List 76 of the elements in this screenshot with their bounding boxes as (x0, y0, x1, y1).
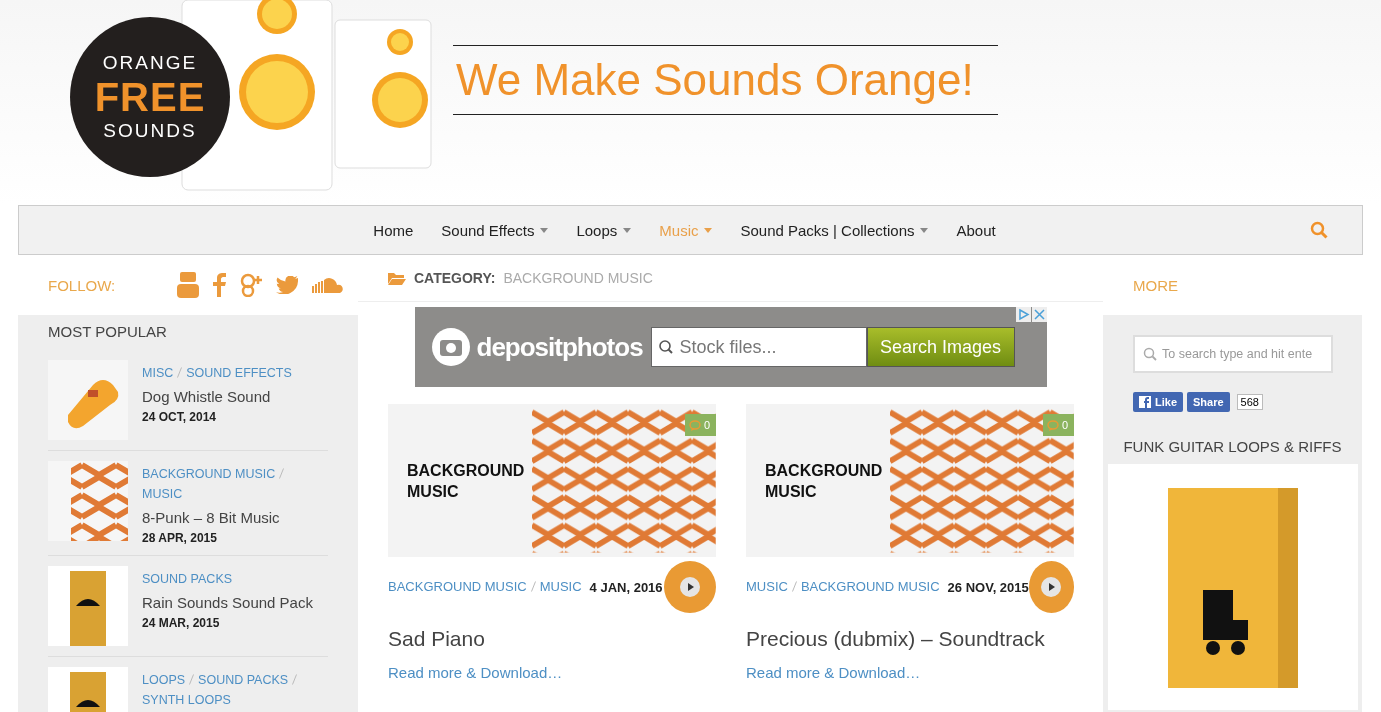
post-date: 28 APR, 2015 (142, 531, 218, 545)
post-date: 26 NOV, 2015 (947, 579, 1029, 595)
nav-link[interactable]: Sound Effects (441, 221, 549, 239)
section-heading: MOST POPULAR (48, 323, 168, 340)
slash-separator (279, 468, 285, 479)
post-image[interactable]: BACKGROUND MUSIC 0 (388, 404, 716, 557)
category-link[interactable]: MISC (142, 366, 174, 380)
category-link[interactable]: SOUND EFFECTS (186, 366, 292, 380)
image-caption: BACKGROUND MUSIC (407, 460, 526, 502)
product-box-image[interactable] (1108, 464, 1358, 710)
category-link[interactable]: MUSIC (746, 579, 788, 594)
speech-bubble-icon (1046, 419, 1059, 431)
twitter-icon[interactable] (276, 276, 299, 294)
search-images-button[interactable]: Search Images (866, 327, 1015, 367)
post-date: 24 MAR, 2015 (142, 616, 221, 630)
category-link[interactable]: SYNTH LOOPS (142, 693, 231, 707)
slash-separator (292, 674, 298, 685)
google-plus-icon[interactable] (240, 273, 263, 297)
category-link[interactable]: MUSIC (142, 487, 183, 501)
category-name: BACKGROUND MUSIC (503, 270, 653, 286)
nav-link[interactable]: Loops (576, 221, 632, 239)
more-label: MORE (1133, 276, 1178, 294)
facebook-icon (1139, 396, 1151, 408)
slash-separator (791, 581, 797, 592)
slash-separator (177, 367, 183, 378)
nav-link[interactable]: About (956, 221, 996, 239)
logo[interactable]: ORANGE FREE SOUNDS (70, 17, 230, 177)
category-link[interactable]: BACKGROUND MUSIC (388, 579, 527, 594)
follow-label: FOLLOW: (48, 276, 116, 294)
soundcloud-icon[interactable] (312, 277, 345, 293)
search-icon (657, 339, 674, 355)
comment-count[interactable]: 0 (684, 414, 716, 436)
post-date: 4 JAN, 2016 (589, 579, 663, 595)
comment-count[interactable]: 0 (1042, 414, 1074, 436)
post-title-link[interactable]: 8-Punk – 8 Bit Music (142, 509, 328, 526)
nav-link[interactable]: Sound Packs | Collections (740, 221, 929, 239)
like-button[interactable]: Like (1133, 392, 1183, 412)
play-button[interactable] (664, 561, 716, 613)
play-button[interactable] (1028, 561, 1074, 613)
category-link[interactable]: SOUND PACKS (142, 572, 233, 586)
play-icon (680, 577, 700, 597)
read-more-link[interactable]: Read more & Download… (746, 664, 921, 681)
image-caption: BACKGROUND MUSIC (765, 460, 884, 502)
category-link[interactable]: SOUND PACKS (198, 673, 289, 687)
search-icon[interactable] (1310, 221, 1328, 239)
speech-bubble-icon (688, 419, 701, 431)
ad-search-field[interactable]: Stock files... (650, 327, 867, 367)
close-icon[interactable] (1031, 307, 1047, 322)
nav-link[interactable]: Music (659, 221, 713, 239)
post-image[interactable]: BACKGROUND MUSIC 0 (746, 404, 1074, 557)
folder-icon (388, 271, 406, 285)
search-field[interactable]: To search type and hit ente (1133, 335, 1333, 373)
tagline: We Make Sounds Orange! (456, 55, 974, 105)
slash-separator (530, 581, 536, 592)
widget-heading: FUNK GUITAR LOOPS & RIFFS (1122, 438, 1343, 455)
nav-link[interactable]: Home (373, 221, 414, 239)
post-title-link[interactable]: Precious (dubmix) – Soundtrack (746, 627, 1074, 651)
post-date: 24 OCT, 2014 (142, 410, 218, 424)
read-more-link[interactable]: Read more & Download… (388, 664, 563, 681)
play-icon (1041, 577, 1062, 597)
category-link[interactable]: MUSIC (539, 579, 582, 594)
camera-icon (430, 327, 471, 367)
ad-brand-name: depositphotos (476, 331, 643, 363)
slash-separator (189, 674, 195, 685)
share-button[interactable]: Share (1187, 392, 1230, 412)
post-title-link[interactable]: Dog Whistle Sound (142, 388, 292, 405)
adchoices-icon[interactable] (1015, 307, 1031, 322)
post-title-link[interactable]: Rain Sounds Sound Pack (142, 594, 313, 611)
facebook-icon[interactable] (213, 273, 227, 297)
category-label: CATEGORY: (414, 270, 496, 286)
post-title-link[interactable]: Sad Piano (388, 627, 716, 651)
category-link[interactable]: LOOPS (142, 673, 186, 687)
share-count: 568 (1236, 394, 1263, 410)
search-icon (1143, 347, 1157, 361)
category-link[interactable]: BACKGROUND MUSIC (142, 467, 276, 481)
category-link[interactable]: BACKGROUND MUSIC (800, 579, 940, 594)
